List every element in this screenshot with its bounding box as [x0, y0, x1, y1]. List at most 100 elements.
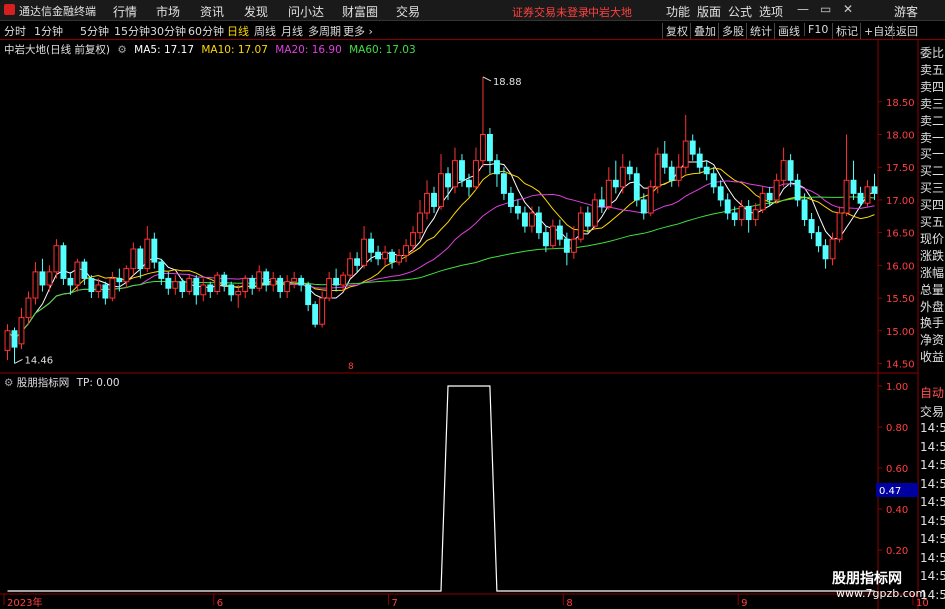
candle-body: [633, 173, 640, 201]
menu-formula[interactable]: 公式: [728, 3, 752, 20]
add-watchlist-button[interactable]: +自选: [860, 23, 895, 39]
candle-body: [570, 238, 577, 253]
maximize-icon[interactable]: ▭: [820, 2, 831, 16]
candle-body: [766, 192, 773, 201]
candle-body: [263, 271, 270, 286]
candle-body: [375, 251, 382, 260]
period-1min[interactable]: 1分钟: [34, 23, 63, 39]
watermark-url: www.7gpzb.com: [836, 587, 927, 600]
period-60min[interactable]: 60分钟: [188, 23, 224, 39]
user-label[interactable]: 游客: [894, 3, 918, 20]
menu-options[interactable]: 选项: [759, 3, 783, 20]
back-button[interactable]: 返回: [892, 23, 918, 39]
chart-title[interactable]: 中岩大地(日线 前复权): [4, 44, 110, 56]
trade-item-4: 14:56: [920, 458, 945, 472]
chart-legend: 中岩大地(日线 前复权) ⚙ MA5: 17.17 MA10: 17.07 MA…: [4, 42, 420, 57]
period-30min[interactable]: 30分钟: [150, 23, 186, 39]
quote-item-16: 换手: [920, 316, 945, 331]
toolbar-label: 分时: [4, 25, 26, 38]
settings-icon[interactable]: ⚙: [117, 44, 126, 56]
menu-functions[interactable]: 功能: [666, 3, 690, 20]
multi-stock-button[interactable]: 多股: [718, 23, 744, 39]
overlay-button[interactable]: 叠加: [690, 23, 716, 39]
menu-wealth[interactable]: 财富圈: [342, 3, 378, 20]
candle-body: [598, 199, 605, 207]
period-weekly[interactable]: 周线: [254, 23, 276, 39]
indicator-settings-icon[interactable]: ⚙: [4, 377, 13, 389]
quote-item-0: 委比: [920, 46, 945, 60]
trade-panel: 自动交易 14:56 14:56 14:56 14:56 14:56 14:56 14:56 1…: [918, 384, 945, 609]
indicator-name[interactable]: 股朋指标网: [17, 377, 70, 389]
candle-body: [396, 255, 402, 263]
candle-body: [815, 232, 822, 247]
candle-body: [228, 284, 235, 296]
candle-body: [759, 192, 766, 211]
login-status[interactable]: 证券交易未登录: [512, 4, 589, 20]
quote-item-10: 买五: [920, 215, 945, 229]
menu-news[interactable]: 资讯: [200, 3, 224, 20]
candle-body: [361, 238, 368, 266]
candle-body: [144, 238, 151, 270]
candle-body: [605, 179, 612, 207]
menu-markets[interactable]: 市场: [156, 3, 180, 20]
menu-market[interactable]: 行情: [113, 3, 137, 20]
quote-panel: 委比 卖五 卖四 卖三 卖二 卖一 买一 买二 买三 买四 买五 现价 涨跌 涨幅 总量 外盘 换手 净资 收益: [918, 44, 945, 374]
kline-chart[interactable]: 18.88 14.46 18.50 18.00 17.50 17.00 16.50 16.0…: [0, 0, 945, 609]
toolbar-label: 多周期: [308, 25, 341, 38]
period-tick[interactable]: 分时: [4, 23, 26, 39]
menu-ask[interactable]: 问小达: [288, 3, 324, 20]
quote-item-9: 买四: [920, 198, 945, 213]
candle-body: [151, 238, 158, 263]
candle-body: [81, 261, 88, 279]
candle-body: [864, 186, 871, 204]
candle-body: [207, 284, 214, 293]
candle-body: [521, 212, 528, 227]
minimize-icon[interactable]: —: [797, 2, 809, 16]
candle-body: [438, 173, 444, 207]
candle-body: [661, 153, 668, 168]
candle-body: [165, 277, 172, 289]
stats-button[interactable]: 统计: [746, 23, 772, 39]
app-title: 通达信金融终端: [19, 5, 96, 18]
indicator-tp: TP: 0.00: [76, 377, 120, 389]
candle-body: [46, 271, 53, 286]
menu-trade[interactable]: 交易: [396, 3, 420, 20]
candle-body: [773, 179, 780, 201]
candle-body: [591, 199, 598, 227]
candle-body: [249, 277, 256, 289]
trade-item-2: 14:56: [920, 421, 945, 435]
adjust-button[interactable]: 复权: [662, 23, 688, 39]
period-15min[interactable]: 15分钟: [114, 23, 150, 39]
trade-item-1: 交易: [920, 404, 945, 419]
candle-body: [542, 232, 549, 247]
mark-button[interactable]: 标记: [832, 23, 858, 39]
low-pointer: [14, 359, 23, 364]
period-5min[interactable]: 5分钟: [80, 23, 109, 39]
candle-body: [836, 212, 843, 240]
trade-item-8: 14:56: [920, 532, 945, 546]
candle-body: [480, 134, 486, 162]
menu-layout[interactable]: 版面: [697, 3, 721, 20]
ma10-line: [7, 167, 875, 340]
quote-item-11: 现价: [920, 231, 945, 246]
candle-body: [689, 140, 696, 155]
quote-item-4: 卖二: [920, 113, 945, 128]
period-daily[interactable]: 日线: [227, 23, 249, 39]
candle-body: [857, 192, 864, 204]
candle-body: [584, 212, 591, 227]
period-monthly[interactable]: 月线: [281, 23, 303, 39]
candle-body: [382, 251, 389, 260]
f10-button[interactable]: F10: [804, 23, 828, 36]
xtick-label: 2023年: [7, 596, 42, 609]
candle-body: [74, 261, 81, 286]
draw-button[interactable]: 画线: [774, 23, 800, 39]
menu-bar: 通达信金融终端 行情 市场 资讯 发现 问小达 财富圈 交易 证券交易未登录 中…: [0, 0, 945, 21]
menu-discover[interactable]: 发现: [244, 3, 268, 20]
ytick-label: 15.00: [886, 327, 915, 338]
candle-body: [277, 277, 284, 292]
close-icon[interactable]: ✕: [843, 2, 853, 16]
ma5-label: MA5: 17.17: [134, 44, 194, 56]
period-more[interactable]: 更多 ›: [343, 23, 373, 39]
candle-body: [808, 219, 815, 234]
period-multi[interactable]: 多周期: [308, 23, 341, 39]
